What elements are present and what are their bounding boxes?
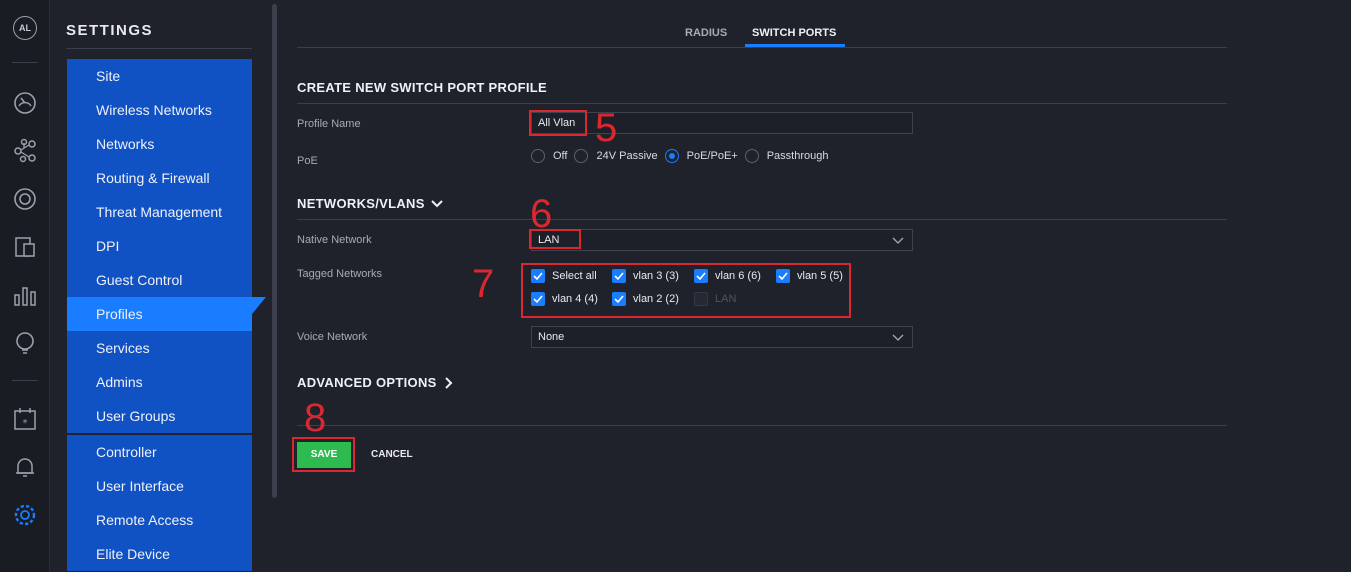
- chevron-down-icon: [892, 237, 904, 244]
- menu-item-dpi[interactable]: DPI: [67, 229, 252, 263]
- networks-vlans-title: NETWORKS/VLANS: [297, 196, 425, 211]
- native-network-select[interactable]: LAN: [531, 229, 913, 251]
- menu-item-services[interactable]: Services: [67, 331, 252, 365]
- nav-rail: AL *: [0, 0, 50, 572]
- annotation-number-7: 7: [472, 262, 495, 306]
- chevron-down-icon: [430, 199, 443, 207]
- annotation-box-8: [292, 437, 355, 472]
- annotation-number-5: 5: [595, 106, 618, 150]
- menu-item-threat-management[interactable]: Threat Management: [67, 195, 252, 229]
- divider: [297, 219, 1227, 220]
- voice-network-value: None: [538, 331, 565, 343]
- divider: [66, 48, 252, 49]
- networks-vlans-toggle[interactable]: NETWORKS/VLANS: [297, 196, 444, 211]
- menu-item-site[interactable]: Site: [67, 59, 252, 93]
- avatar[interactable]: AL: [13, 16, 37, 40]
- menu-item-routing-firewall[interactable]: Routing & Firewall: [67, 161, 252, 195]
- annotation-number-8: 8: [304, 396, 327, 440]
- menu-item-user-groups[interactable]: User Groups: [67, 399, 252, 433]
- menu-item-networks[interactable]: Networks: [67, 127, 252, 161]
- chevron-right-icon: [444, 376, 453, 389]
- radio-label: Off: [553, 150, 568, 162]
- alerts-icon[interactable]: [12, 454, 38, 480]
- active-tab-indicator: [745, 44, 845, 47]
- events-icon[interactable]: *: [12, 406, 38, 432]
- tab-bar: RADIUS SWITCH PORTS: [297, 0, 1227, 48]
- native-network-label: Native Network: [297, 234, 372, 246]
- poe-radio-group: Off 24V Passive PoE/PoE+ Passthrough: [531, 149, 835, 163]
- profile-name-input[interactable]: All Vlan: [531, 112, 913, 134]
- advanced-options-toggle[interactable]: ADVANCED OPTIONS: [297, 375, 456, 390]
- voice-network-label: Voice Network: [297, 331, 368, 343]
- poe-off-radio[interactable]: [531, 149, 545, 163]
- voice-network-select[interactable]: None: [531, 326, 913, 348]
- menu-item-guest-control[interactable]: Guest Control: [67, 263, 252, 297]
- profile-name-label: Profile Name: [297, 118, 361, 130]
- create-profile-title: CREATE NEW SWITCH PORT PROFILE: [297, 80, 547, 95]
- dashboard-icon[interactable]: [12, 90, 38, 116]
- poe-label: PoE: [297, 155, 318, 167]
- divider: [297, 103, 1227, 104]
- topology-icon[interactable]: [12, 138, 38, 164]
- clients-icon[interactable]: [12, 234, 38, 260]
- settings-icon[interactable]: [12, 502, 38, 528]
- annotation-box-5: [529, 110, 587, 136]
- rail-divider: [12, 380, 38, 381]
- settings-panel: SETTINGS Site Wireless Networks Networks…: [50, 0, 280, 572]
- annotation-number-6: 6: [530, 192, 553, 236]
- radio-label: Passthrough: [766, 150, 829, 162]
- menu-item-remote-access[interactable]: Remote Access: [67, 503, 252, 537]
- tagged-networks-label: Tagged Networks: [297, 268, 382, 280]
- cancel-button[interactable]: CANCEL: [371, 449, 413, 460]
- devices-icon[interactable]: [12, 186, 38, 212]
- menu-item-controller[interactable]: Controller: [67, 435, 252, 469]
- settings-menu: Site Wireless Networks Networks Routing …: [67, 59, 266, 571]
- rail-divider: [12, 62, 38, 63]
- settings-menu-group: Site Wireless Networks Networks Routing …: [67, 59, 266, 433]
- divider: [297, 425, 1227, 426]
- menu-item-profiles[interactable]: Profiles: [67, 297, 266, 331]
- tab-radius[interactable]: RADIUS: [685, 27, 727, 39]
- radio-label: PoE/PoE+: [686, 150, 738, 162]
- menu-item-wireless-networks[interactable]: Wireless Networks: [67, 93, 252, 127]
- scrollbar[interactable]: [272, 4, 277, 498]
- poe-24v-passive-radio[interactable]: [574, 149, 589, 163]
- radio-label: 24V Passive: [596, 150, 658, 162]
- settings-title: SETTINGS: [66, 22, 154, 39]
- insights-icon[interactable]: [12, 330, 38, 356]
- tab-switch-ports[interactable]: SWITCH PORTS: [752, 27, 836, 39]
- annotation-box-7: [521, 263, 851, 318]
- chevron-down-icon: [892, 334, 904, 341]
- menu-item-admins[interactable]: Admins: [67, 365, 252, 399]
- menu-item-user-interface[interactable]: User Interface: [67, 469, 252, 503]
- menu-item-elite-device[interactable]: Elite Device: [67, 537, 252, 571]
- statistics-icon[interactable]: [12, 282, 38, 308]
- svg-text:*: *: [23, 418, 28, 429]
- poe-poe-plus-radio[interactable]: [664, 149, 679, 163]
- advanced-options-title: ADVANCED OPTIONS: [297, 375, 437, 390]
- poe-passthrough-radio[interactable]: [744, 149, 759, 163]
